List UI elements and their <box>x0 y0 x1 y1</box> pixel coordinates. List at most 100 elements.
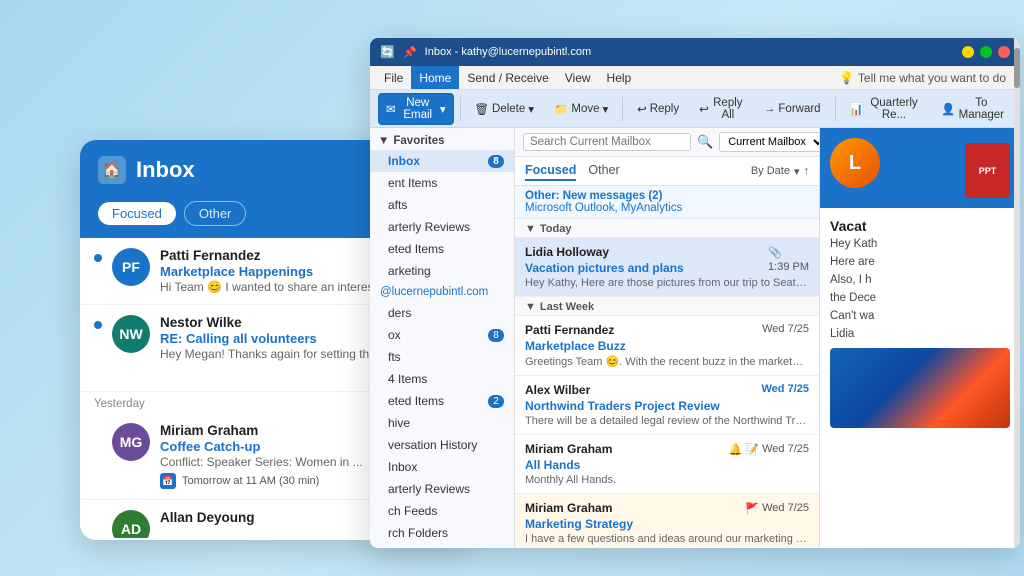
reading-pane-greeting: Hey Kath <box>830 238 1010 250</box>
search-input[interactable] <box>523 133 691 151</box>
sidebar-item-inbox[interactable]: Inbox 8 <box>370 150 514 172</box>
sidebar-item-inbox2[interactable]: ox 8 <box>370 324 514 346</box>
close-button[interactable] <box>998 46 1010 58</box>
focused-other-tabs: Focused Other <box>525 161 620 181</box>
mobile-tab-focused[interactable]: Focused <box>98 202 176 225</box>
scrollbar[interactable] <box>1014 128 1020 548</box>
mobile-header-left: 🏠 Inbox <box>98 156 195 184</box>
forward-button[interactable]: → Forward <box>756 99 829 119</box>
table-row[interactable]: Miriam Graham 🔔 📝 Wed 7/25 All Hands Mon… <box>515 435 819 494</box>
email-date: 1:39 PM <box>768 261 809 275</box>
ribbon: ✉ New Email ▾ 🗑 Delete ▾ 📁 Move ▾ ↩ Repl… <box>370 90 1020 128</box>
reply-button[interactable]: ↩ Reply <box>629 98 687 120</box>
search-icon[interactable]: 🔍 <box>697 134 713 150</box>
note-icon: 📝 <box>745 443 759 456</box>
sidebar-email-account[interactable]: @lucernepubintl.com <box>370 282 514 302</box>
menu-view[interactable]: View <box>557 66 599 89</box>
email-preview: There will be a detailed legal review of… <box>525 415 809 427</box>
email-sender: Allan Deyoung <box>160 510 255 525</box>
sidebar-item-fts[interactable]: fts <box>370 346 514 368</box>
email-preview: I have a few questions and ideas around … <box>525 533 809 545</box>
reading-pane-header: L PPT <box>820 128 1020 208</box>
unread-dot <box>94 254 102 262</box>
email-preview: Monthly All Hands. <box>525 474 809 486</box>
delete-button[interactable]: 🗑 Delete ▾ <box>466 98 542 120</box>
sidebar-favorites-section: ▼ Favorites Inbox 8 ent Items afts arter… <box>370 128 514 548</box>
email-icons: 📎 <box>768 245 809 259</box>
new-email-label: New Email <box>399 97 437 121</box>
calendar-icon: 📅 <box>160 473 176 489</box>
title-bar: 🔄 📌 Inbox - kathy@lucernepubintl.com <box>370 38 1020 66</box>
sidebar-favorites-header[interactable]: ▼ Favorites <box>370 132 514 150</box>
tab-focused[interactable]: Focused <box>525 161 576 181</box>
quarterly-label: Quarterly Re... <box>867 97 922 121</box>
mobile-tab-other[interactable]: Other <box>184 201 247 226</box>
table-row[interactable]: Miriam Graham 🚩 Wed 7/25 Marketing Strat… <box>515 494 819 548</box>
to-manager-button[interactable]: 👤 To Manager <box>933 93 1012 125</box>
reading-pane-content: Vacat Hey Kath Here are Also, I h the De… <box>820 208 1020 548</box>
inbox-badge: 8 <box>488 155 504 168</box>
other-messages-banner[interactable]: Other: New messages (2) Microsoft Outloo… <box>515 186 819 219</box>
sidebar-item-drafts[interactable]: afts <box>370 194 514 216</box>
sidebar-item-groups[interactable]: oups <box>370 544 514 548</box>
current-mailbox-select[interactable]: Current Mailbox <box>719 132 820 152</box>
email-subject: Marketing Strategy <box>525 517 743 531</box>
email-sender: Nestor Wilke <box>160 315 242 330</box>
table-row[interactable]: Lidia Holloway 📎 Vacation pictures and p… <box>515 238 819 297</box>
ppt-attachment-preview: PPT <box>965 143 1010 198</box>
section-today: ▼ Today <box>515 219 819 238</box>
reading-pane-image <box>830 348 1010 428</box>
tell-me-bar[interactable]: 💡 Tell me what you want to do <box>831 71 1014 85</box>
move-button[interactable]: 📁 Move ▾ <box>546 98 616 120</box>
forward-label: Forward <box>778 103 820 115</box>
title-bar-controls <box>962 46 1010 58</box>
conv-email-label: Inbox <box>388 460 417 474</box>
menu-home[interactable]: Home <box>411 66 459 89</box>
convo-label: versation History <box>388 438 477 452</box>
menu-help[interactable]: Help <box>599 66 640 89</box>
table-row[interactable]: Alex Wilber Wed 7/25 Northwind Traders P… <box>515 376 819 435</box>
sort-direction-icon[interactable]: ↑ <box>804 165 810 177</box>
tab-other[interactable]: Other <box>588 161 619 181</box>
sidebar-item-sent[interactable]: ent Items <box>370 172 514 194</box>
chevron-down-icon: ▼ <box>525 223 536 235</box>
reply-all-button[interactable]: ↩ Reply All <box>691 93 752 125</box>
favorites-label: Favorites <box>393 135 444 147</box>
flag-icon: 🚩 <box>745 502 759 515</box>
deleted-label: eted Items <box>388 242 444 256</box>
sidebar: ▼ Favorites Inbox 8 ent Items afts arter… <box>370 128 515 548</box>
menu-send-receive[interactable]: Send / Receive <box>459 66 556 89</box>
ribbon-divider <box>622 97 623 121</box>
email-pane: 🔍 Current Mailbox Focused Other By Date … <box>515 128 820 548</box>
sort-control[interactable]: By Date ▾ ↑ <box>751 165 809 178</box>
menu-file[interactable]: File <box>376 66 411 89</box>
search-folders-label: rch Folders <box>388 526 448 540</box>
sidebar-item-quarterly[interactable]: arterly Reviews <box>370 216 514 238</box>
sidebar-item-deleted2[interactable]: eted Items 2 <box>370 390 514 412</box>
sidebar-item-archive[interactable]: hive <box>370 412 514 434</box>
table-row[interactable]: Patti Fernandez Wed 7/25 Marketplace Buz… <box>515 316 819 376</box>
quarterly-button[interactable]: 📊 Quarterly Re... <box>841 93 929 125</box>
reading-pane-line3: the Dece <box>830 292 1010 304</box>
sidebar-item-rss[interactable]: ch Feeds <box>370 500 514 522</box>
sidebar-item-search-folders[interactable]: rch Folders <box>370 522 514 544</box>
sidebar-item-marketing[interactable]: arketing <box>370 260 514 282</box>
email-sender: Miriam Graham <box>160 423 258 438</box>
outlook-refresh-icon[interactable]: 🔄 <box>380 45 395 59</box>
email-sender: Patti Fernandez <box>525 323 760 337</box>
new-email-button[interactable]: ✉ New Email ▾ <box>378 93 454 125</box>
ribbon-divider <box>460 97 461 121</box>
sidebar-item-4items[interactable]: 4 Items <box>370 368 514 390</box>
maximize-button[interactable] <box>980 46 992 58</box>
minimize-button[interactable] <box>962 46 974 58</box>
menu-bar: File Home Send / Receive View Help 💡 Tel… <box>370 66 1020 90</box>
sidebar-item-conv-email[interactable]: Inbox <box>370 456 514 478</box>
sidebar-item-folders[interactable]: ders <box>370 302 514 324</box>
reading-pane-line4: Can't wa <box>830 310 1010 322</box>
quarterly-label: arterly Reviews <box>388 220 470 234</box>
fts-label: fts <box>388 350 401 364</box>
sidebar-item-deleted[interactable]: eted Items <box>370 238 514 260</box>
sidebar-item-convo[interactable]: versation History <box>370 434 514 456</box>
sidebar-item-qr2[interactable]: arterly Reviews <box>370 478 514 500</box>
today-label: Today <box>540 223 572 235</box>
